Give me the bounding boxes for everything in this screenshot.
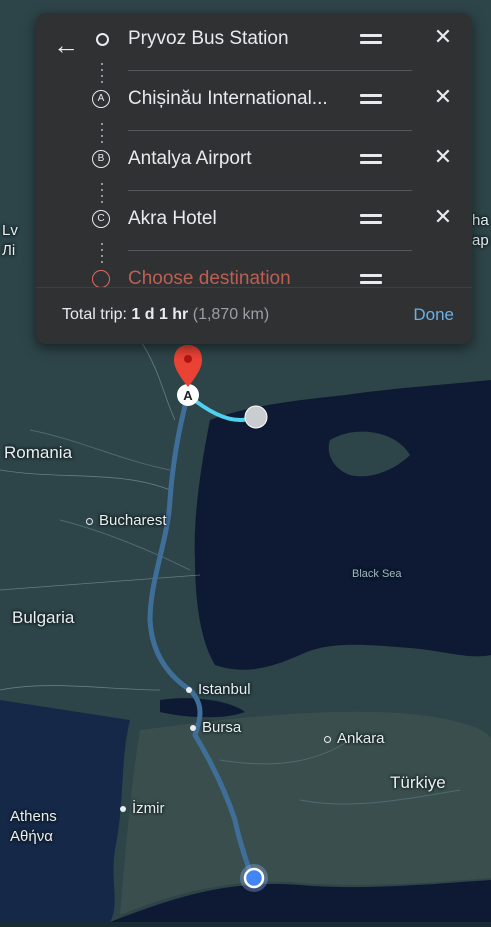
divider (128, 130, 412, 131)
done-button[interactable]: Done (413, 305, 454, 325)
map-label-right-edge-1: ha (472, 212, 489, 229)
map-label-athens-greek: Αθήνα (10, 828, 53, 845)
destination-marker-icon (92, 270, 110, 288)
drag-handle-icon[interactable] (360, 93, 382, 105)
map-label-turkiye: Türkiye (390, 773, 446, 792)
origin-marker[interactable] (244, 405, 268, 429)
pin-center (184, 355, 192, 363)
drag-handle-icon[interactable] (360, 153, 382, 165)
divider (128, 250, 412, 251)
stop-label[interactable]: Akra Hotel (128, 208, 358, 230)
svg-text:A: A (183, 388, 193, 403)
map-label-left-edge-2: Лі (2, 242, 16, 259)
map-label-bulgaria: Bulgaria (12, 608, 75, 627)
map-label-romania: Romania (4, 443, 73, 462)
close-icon[interactable]: ✕ (431, 25, 455, 49)
divider (128, 70, 412, 71)
map-label-bucharest: Bucharest (86, 512, 167, 529)
origin-circle-icon (96, 33, 109, 46)
close-icon[interactable]: ✕ (431, 145, 455, 169)
map-label-izmir: İzmir (120, 800, 165, 817)
stop-row-b[interactable]: B Antalya Airport ✕ (36, 133, 472, 193)
drag-handle-icon[interactable] (360, 213, 382, 225)
stop-row-origin[interactable]: Pryvoz Bus Station ✕ (36, 13, 472, 73)
stop-row-a[interactable]: A Chișinău International... ✕ (36, 73, 472, 133)
map-label-bursa: Bursa (190, 719, 241, 736)
panel-footer: Total trip: 1 d 1 hr (1,870 km) Done (36, 287, 472, 344)
waypoint-b-icon: B (92, 150, 110, 168)
close-icon[interactable]: ✕ (431, 85, 455, 109)
total-trip-summary: Total trip: 1 d 1 hr (1,870 km) (62, 306, 270, 323)
drag-handle-icon[interactable] (360, 273, 382, 285)
map-label-ankara: Ankara (324, 730, 385, 747)
directions-panel: ← Pryvoz Bus Station ✕ A Chișinău Intern… (36, 13, 472, 344)
map-label-left-edge-1: Lv (2, 222, 18, 239)
drag-handle-icon[interactable] (360, 33, 382, 45)
map-label-right-edge-2: ap (472, 232, 489, 249)
stop-label[interactable]: Antalya Airport (128, 148, 358, 170)
current-location-dot[interactable] (243, 867, 265, 889)
map-label-black-sea: Black Sea (352, 568, 402, 580)
stop-row-c[interactable]: C Akra Hotel ✕ (36, 193, 472, 253)
waypoint-c-icon: C (92, 210, 110, 228)
stop-label[interactable]: Chișinău International... (128, 88, 358, 110)
map-label-athens: Athens (10, 808, 57, 825)
stop-label[interactable]: Pryvoz Bus Station (128, 28, 358, 50)
waypoint-a-icon: A (92, 90, 110, 108)
divider (128, 190, 412, 191)
map-label-istanbul: Istanbul (186, 681, 251, 698)
close-icon[interactable]: ✕ (431, 205, 455, 229)
